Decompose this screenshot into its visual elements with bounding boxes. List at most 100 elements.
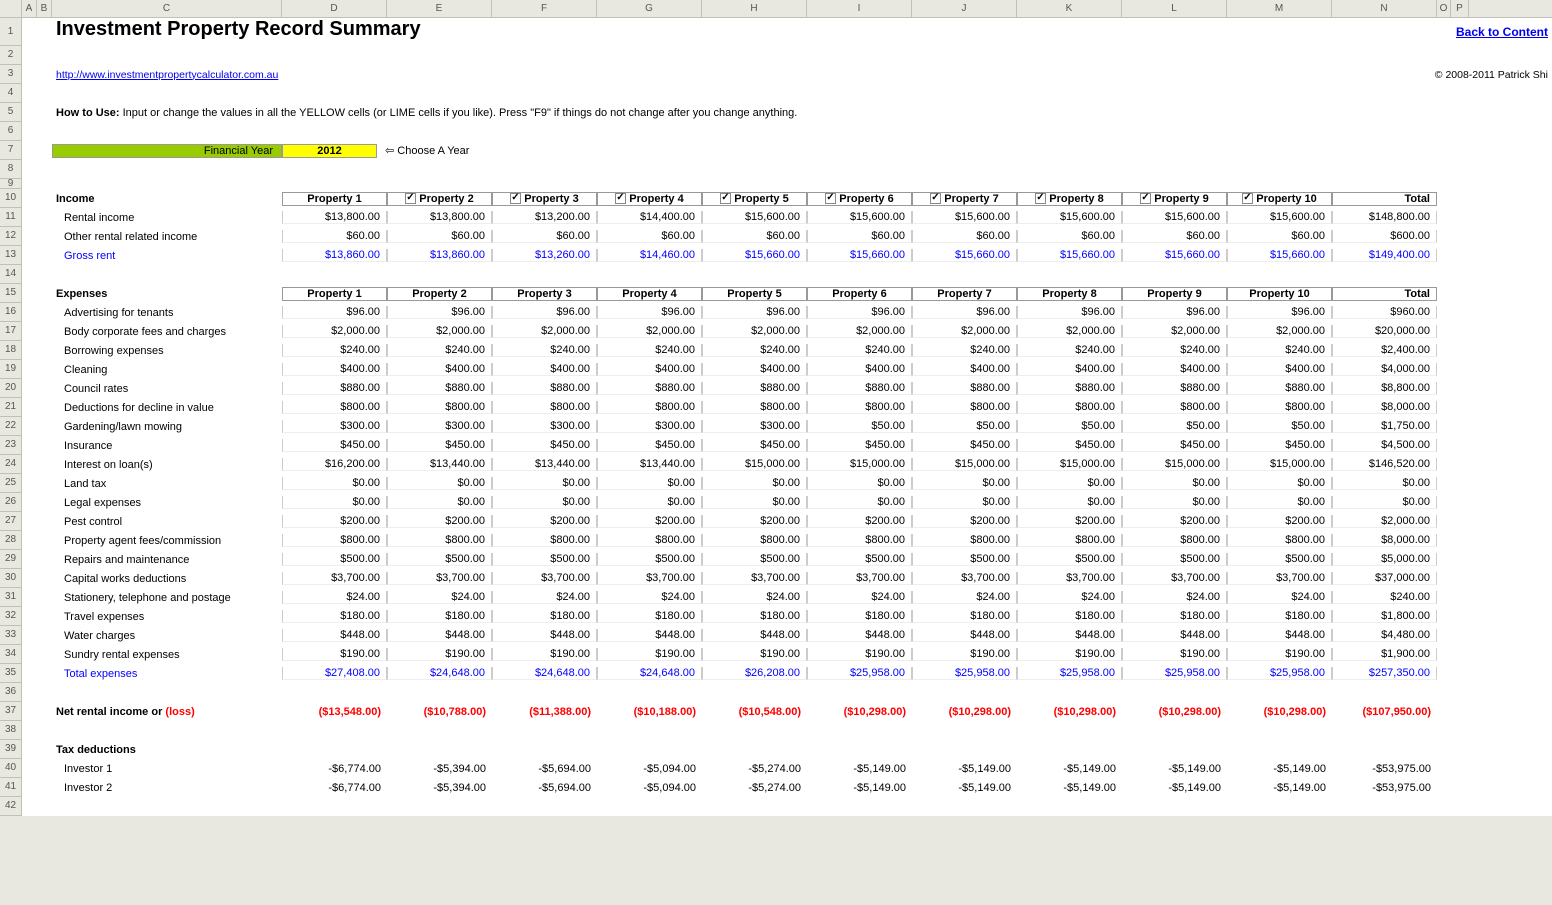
- net-cell[interactable]: ($10,188.00): [597, 706, 702, 718]
- data-cell[interactable]: $15,600.00: [912, 211, 1017, 224]
- row-header[interactable]: 22: [0, 417, 22, 436]
- data-cell[interactable]: $96.00: [282, 306, 387, 319]
- data-cell[interactable]: $2,000.00: [492, 325, 597, 338]
- data-cell[interactable]: $0.00: [492, 496, 597, 509]
- data-cell[interactable]: $300.00: [282, 420, 387, 433]
- data-cell[interactable]: -$5,149.00: [912, 763, 1017, 775]
- data-cell[interactable]: $240.00: [1332, 591, 1437, 604]
- data-cell[interactable]: $24.00: [597, 591, 702, 604]
- data-cell[interactable]: -$6,774.00: [282, 763, 387, 775]
- data-cell[interactable]: $800.00: [807, 534, 912, 547]
- data-cell[interactable]: $448.00: [912, 629, 1017, 642]
- data-cell[interactable]: $400.00: [282, 363, 387, 376]
- data-cell[interactable]: $25,958.00: [807, 667, 912, 680]
- data-cell[interactable]: $200.00: [807, 515, 912, 528]
- data-cell[interactable]: $15,660.00: [912, 249, 1017, 262]
- data-cell[interactable]: $0.00: [597, 496, 702, 509]
- data-cell[interactable]: $400.00: [597, 363, 702, 376]
- data-cell[interactable]: $37,000.00: [1332, 572, 1437, 585]
- data-cell[interactable]: $0.00: [807, 477, 912, 490]
- col-header[interactable]: D: [282, 0, 387, 17]
- col-header[interactable]: M: [1227, 0, 1332, 17]
- data-cell[interactable]: $15,600.00: [1122, 211, 1227, 224]
- data-cell[interactable]: $400.00: [912, 363, 1017, 376]
- data-cell[interactable]: $13,440.00: [387, 458, 492, 471]
- data-cell[interactable]: $180.00: [282, 610, 387, 623]
- data-cell[interactable]: $15,600.00: [702, 211, 807, 224]
- data-cell[interactable]: $450.00: [597, 439, 702, 452]
- data-cell[interactable]: -$5,149.00: [1017, 782, 1122, 794]
- data-cell[interactable]: $149,400.00: [1332, 249, 1437, 262]
- data-cell[interactable]: $200.00: [597, 515, 702, 528]
- data-cell[interactable]: $96.00: [912, 306, 1017, 319]
- back-to-content-link[interactable]: Back to Content: [1456, 25, 1548, 39]
- row-header[interactable]: 17: [0, 322, 22, 341]
- net-cell[interactable]: ($10,298.00): [1122, 706, 1227, 718]
- data-cell[interactable]: $24.00: [1227, 591, 1332, 604]
- data-cell[interactable]: $400.00: [1017, 363, 1122, 376]
- data-cell[interactable]: $880.00: [912, 382, 1017, 395]
- data-cell[interactable]: $300.00: [492, 420, 597, 433]
- data-cell[interactable]: $4,500.00: [1332, 439, 1437, 452]
- data-cell[interactable]: $0.00: [1017, 496, 1122, 509]
- data-cell[interactable]: $500.00: [492, 553, 597, 566]
- data-cell[interactable]: $20,000.00: [1332, 325, 1437, 338]
- data-cell[interactable]: $60.00: [492, 230, 597, 243]
- data-cell[interactable]: $2,000.00: [387, 325, 492, 338]
- data-cell[interactable]: $2,000.00: [1332, 515, 1437, 528]
- data-cell[interactable]: $24.00: [492, 591, 597, 604]
- row-header[interactable]: 18: [0, 341, 22, 360]
- data-cell[interactable]: $1,900.00: [1332, 648, 1437, 661]
- data-cell[interactable]: $200.00: [282, 515, 387, 528]
- data-cell[interactable]: $50.00: [912, 420, 1017, 433]
- data-cell[interactable]: $190.00: [702, 648, 807, 661]
- data-cell[interactable]: $60.00: [1122, 230, 1227, 243]
- data-cell[interactable]: $60.00: [597, 230, 702, 243]
- data-cell[interactable]: $190.00: [387, 648, 492, 661]
- data-cell[interactable]: $450.00: [282, 439, 387, 452]
- col-header[interactable]: G: [597, 0, 702, 17]
- data-cell[interactable]: $15,000.00: [912, 458, 1017, 471]
- spreadsheet-content[interactable]: Investment Property Record Summary Back …: [22, 18, 1552, 816]
- col-header[interactable]: P: [1451, 0, 1469, 17]
- row-header[interactable]: 26: [0, 493, 22, 512]
- data-cell[interactable]: $0.00: [282, 477, 387, 490]
- data-cell[interactable]: $24.00: [1122, 591, 1227, 604]
- data-cell[interactable]: $13,440.00: [492, 458, 597, 471]
- data-cell[interactable]: $96.00: [1122, 306, 1227, 319]
- data-cell[interactable]: $880.00: [1017, 382, 1122, 395]
- data-cell[interactable]: $190.00: [1227, 648, 1332, 661]
- data-cell[interactable]: $2,000.00: [1017, 325, 1122, 338]
- data-cell[interactable]: $880.00: [282, 382, 387, 395]
- data-cell[interactable]: $448.00: [807, 629, 912, 642]
- data-cell[interactable]: $0.00: [912, 477, 1017, 490]
- data-cell[interactable]: $180.00: [1122, 610, 1227, 623]
- row-header[interactable]: 4: [0, 84, 22, 103]
- data-cell[interactable]: $180.00: [1017, 610, 1122, 623]
- data-cell[interactable]: -$5,149.00: [1227, 763, 1332, 775]
- data-cell[interactable]: $3,700.00: [597, 572, 702, 585]
- col-header[interactable]: A: [22, 0, 37, 17]
- data-cell[interactable]: $15,000.00: [1227, 458, 1332, 471]
- row-header[interactable]: 21: [0, 398, 22, 417]
- data-cell[interactable]: $960.00: [1332, 306, 1437, 319]
- data-cell[interactable]: $3,700.00: [1122, 572, 1227, 585]
- data-cell[interactable]: $5,000.00: [1332, 553, 1437, 566]
- data-cell[interactable]: $2,000.00: [912, 325, 1017, 338]
- data-cell[interactable]: $96.00: [387, 306, 492, 319]
- data-cell[interactable]: $0.00: [597, 477, 702, 490]
- data-cell[interactable]: $96.00: [1017, 306, 1122, 319]
- data-cell[interactable]: -$5,149.00: [912, 782, 1017, 794]
- data-cell[interactable]: $450.00: [492, 439, 597, 452]
- data-cell[interactable]: $180.00: [807, 610, 912, 623]
- checkbox-icon[interactable]: [510, 193, 521, 204]
- row-header[interactable]: 33: [0, 626, 22, 645]
- row-header[interactable]: 35: [0, 664, 22, 683]
- data-cell[interactable]: $50.00: [1017, 420, 1122, 433]
- row-header[interactable]: 7: [0, 141, 22, 160]
- data-cell[interactable]: $400.00: [807, 363, 912, 376]
- data-cell[interactable]: $1,750.00: [1332, 420, 1437, 433]
- data-cell[interactable]: -$5,694.00: [492, 763, 597, 775]
- data-cell[interactable]: $0.00: [387, 477, 492, 490]
- data-cell[interactable]: $190.00: [807, 648, 912, 661]
